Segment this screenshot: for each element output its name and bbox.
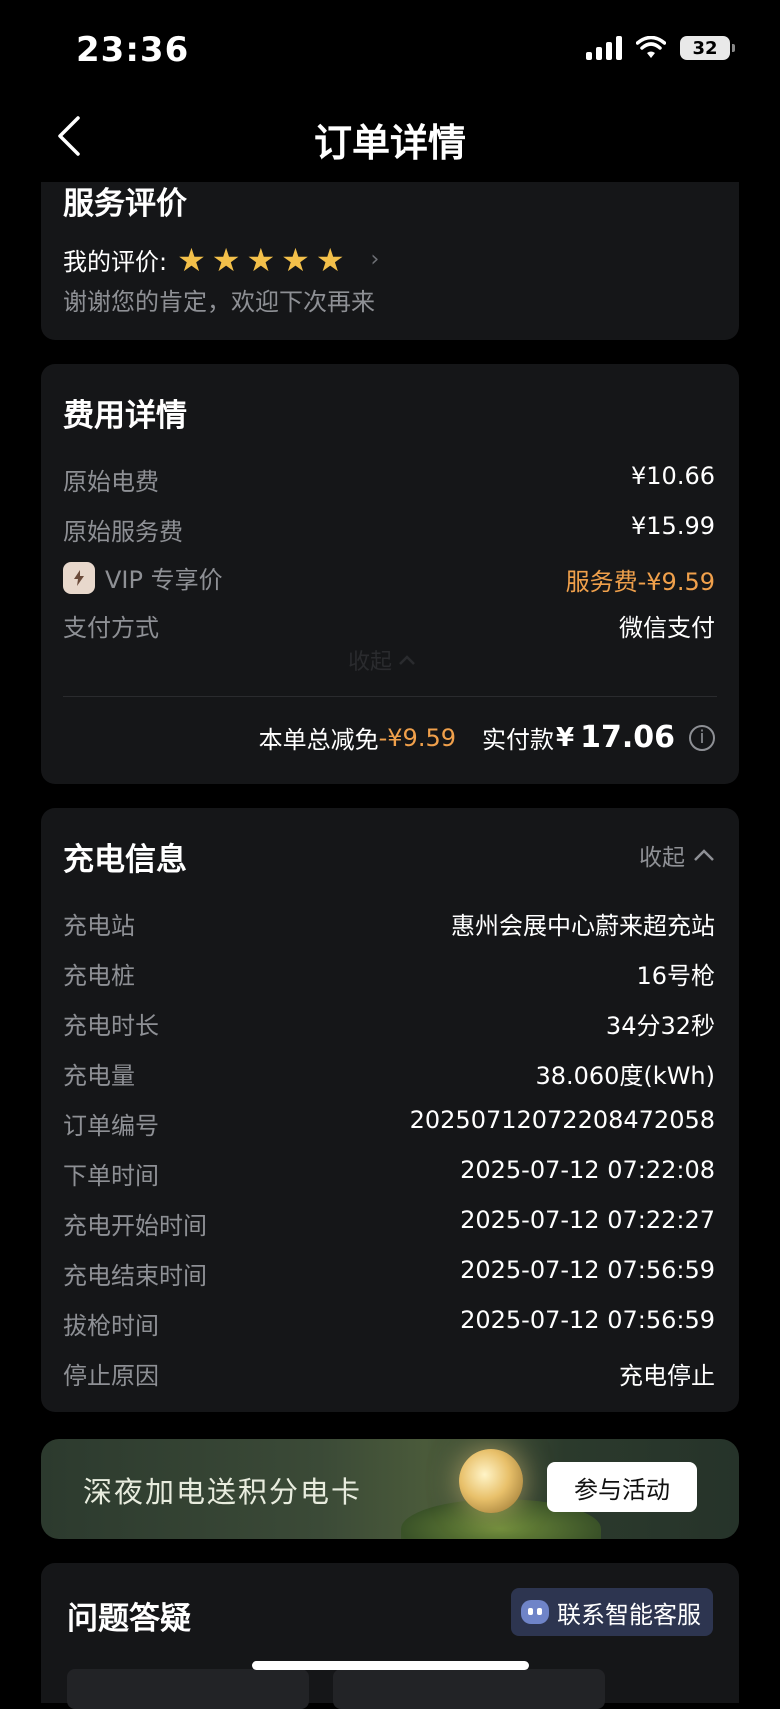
charge-label-energy: 充电量 — [63, 1062, 135, 1090]
charge-label-pile: 充电桩 — [63, 962, 135, 990]
fee-value-vip: 服务费-¥9.59 — [565, 568, 715, 596]
robot-icon — [521, 1600, 549, 1624]
fee-value-payment: 微信支付 — [619, 614, 715, 642]
my-rating[interactable]: 我的评价: ★ ★ ★ ★ ★ › — [63, 242, 379, 277]
join-activity-button[interactable]: 参与活动 — [547, 1462, 697, 1512]
fee-value-electricity: ¥10.66 — [631, 462, 715, 490]
fees-collapse-toggle[interactable]: 收起 — [348, 644, 416, 676]
charge-value-station: 惠州会展中心蔚来超充站 — [451, 912, 715, 940]
status-icons: 32 — [586, 36, 735, 60]
fees-total-row: 本单总减免 -¥9.59 实付款 ¥ 17.06 i — [259, 720, 715, 755]
status-time: 23:36 — [76, 30, 190, 70]
charge-value-stop-reason: 充电停止 — [619, 1362, 715, 1390]
charge-value-order-no: 20250712072208472058 — [409, 1106, 715, 1134]
faq-option-1[interactable] — [67, 1669, 309, 1709]
vip-badge-icon — [63, 561, 95, 594]
charge-value-energy: 38.060度(kWh) — [535, 1062, 715, 1090]
fee-details-title: 费用详情 — [63, 398, 187, 434]
chevron-right-icon: › — [370, 247, 380, 272]
charge-value-order-time: 2025-07-12 07:22:08 — [460, 1156, 715, 1184]
charge-label-station: 充电站 — [63, 912, 135, 940]
fee-label-payment: 支付方式 — [63, 614, 159, 642]
charge-label-order-no: 订单编号 — [63, 1112, 159, 1140]
faq-card: 问题答疑 联系智能客服 — [41, 1563, 739, 1709]
my-rating-label: 我的评价: — [63, 248, 168, 276]
charge-label-end-time: 充电结束时间 — [63, 1262, 207, 1290]
star-icon: ★ — [211, 240, 241, 279]
charge-value-start-time: 2025-07-12 07:22:27 — [460, 1206, 715, 1234]
cellular-signal-icon — [586, 36, 622, 60]
paid-currency: ¥ — [556, 722, 575, 753]
info-icon[interactable]: i — [689, 724, 715, 751]
page-title: 订单详情 — [313, 121, 466, 165]
charge-value-unplug-time: 2025-07-12 07:56:59 — [460, 1306, 715, 1334]
review-title: 服务评价 — [63, 186, 187, 222]
charge-label-stop-reason: 停止原因 — [63, 1362, 159, 1390]
review-card: 服务评价 我的评价: ★ ★ ★ ★ ★ › 谢谢您的肯定，欢迎下次再来 — [41, 182, 739, 340]
charge-label-duration: 充电时长 — [63, 1012, 159, 1040]
fee-details-card: 费用详情 原始电费 ¥10.66 原始服务费 ¥15.99 VIP 专享价 服务… — [41, 364, 739, 784]
charge-value-pile: 16号枪 — [636, 962, 715, 990]
charge-label-start-time: 充电开始时间 — [63, 1212, 207, 1240]
fee-label-service: 原始服务费 — [63, 518, 183, 546]
star-icon: ★ — [246, 240, 276, 279]
chevron-up-icon — [694, 849, 714, 861]
fee-value-service: ¥15.99 — [631, 512, 715, 540]
battery-icon: 32 — [680, 36, 735, 60]
charge-value-end-time: 2025-07-12 07:56:59 — [460, 1256, 715, 1284]
paid-label: 实付款 — [482, 726, 554, 754]
faq-title: 问题答疑 — [67, 1601, 191, 1637]
star-icon: ★ — [315, 240, 345, 279]
charge-label-order-time: 下单时间 — [63, 1162, 159, 1190]
star-icon: ★ — [177, 240, 206, 279]
charging-info-card: 充电信息 收起 充电站 惠州会展中心蔚来超充站 充电桩 16号枪 充电时长 34… — [41, 808, 739, 1412]
wifi-icon — [636, 36, 666, 58]
vip-row: VIP 专享价 — [63, 560, 223, 595]
fee-label-electricity: 原始电费 — [63, 468, 159, 496]
moon-icon — [459, 1449, 523, 1513]
rating-stars: ★ ★ ★ ★ ★ — [177, 244, 344, 276]
total-discount-label: 本单总减免 — [258, 726, 379, 754]
paid-amount: 17.06 — [580, 720, 675, 755]
review-comment: 谢谢您的肯定，欢迎下次再来 — [63, 288, 375, 316]
total-discount-value: -¥9.59 — [378, 723, 456, 752]
star-icon: ★ — [281, 240, 310, 279]
charge-label-unplug-time: 拔枪时间 — [63, 1312, 159, 1340]
charging-collapse-label: 收起 — [639, 845, 685, 871]
promo-banner[interactable]: 深夜加电送积分电卡 参与活动 — [41, 1439, 739, 1539]
charge-value-duration: 34分32秒 — [605, 1012, 715, 1040]
fees-divider — [63, 696, 717, 697]
fee-label-vip: VIP 专享价 — [105, 566, 223, 594]
chevron-up-icon — [399, 655, 415, 665]
contact-support-label: 联系智能客服 — [557, 1600, 701, 1629]
charging-collapse-toggle[interactable]: 收起 — [639, 838, 715, 872]
faq-option-2[interactable] — [333, 1669, 605, 1709]
banner-text: 深夜加电送积分电卡 — [83, 1475, 363, 1509]
charging-info-title: 充电信息 — [63, 842, 187, 878]
contact-support-button[interactable]: 联系智能客服 — [511, 1588, 713, 1636]
fees-collapse-label: 收起 — [348, 650, 393, 675]
home-indicator[interactable] — [252, 1661, 529, 1670]
